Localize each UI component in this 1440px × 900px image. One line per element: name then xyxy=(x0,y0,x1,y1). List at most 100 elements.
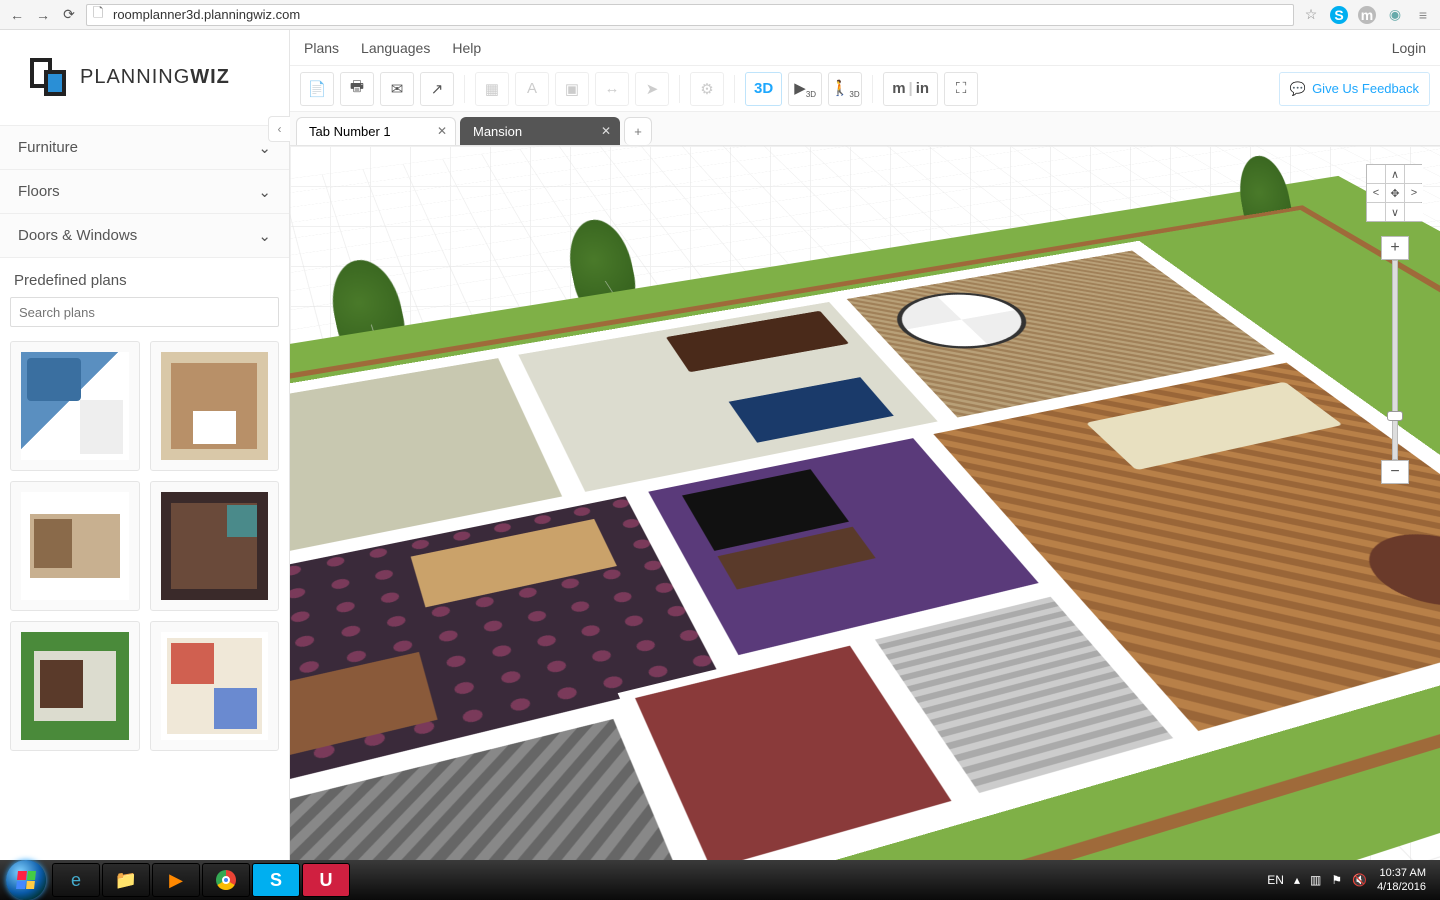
rotate-down-button[interactable]: ∨ xyxy=(1386,203,1404,221)
image-tool-button[interactable]: ▣ xyxy=(555,72,589,106)
fullscreen-icon: ⛶ xyxy=(956,80,967,97)
taskbar-ie-icon[interactable]: e xyxy=(52,863,100,897)
play-icon: ▶3D xyxy=(794,79,816,99)
plan-thumb[interactable] xyxy=(150,481,280,611)
sidebar-collapse-button[interactable]: ‹ xyxy=(268,116,290,142)
rotate-left-button[interactable]: < xyxy=(1367,184,1385,202)
3d-viewport[interactable]: ∧ < ✥ > ∨ + − xyxy=(290,146,1440,860)
print-icon: 🖶 xyxy=(350,76,364,101)
file-icon: 📄 xyxy=(308,80,327,98)
feedback-button[interactable]: 💬 Give Us Feedback xyxy=(1279,72,1430,106)
extension-m-icon[interactable]: m xyxy=(1358,6,1376,24)
system-tray: EN ▴ ▥ ⚑ 🔇 10:37 AM 4/18/2016 xyxy=(1267,866,1434,894)
taskbar-skype-icon[interactable]: S xyxy=(252,863,300,897)
sidebar-item-doors-windows[interactable]: Doors & Windows ⌄ xyxy=(0,214,289,258)
chevron-down-icon: ⌄ xyxy=(258,183,271,201)
taskbar-chrome-icon[interactable] xyxy=(202,863,250,897)
taskbar-media-icon[interactable]: ▶ xyxy=(152,863,200,897)
rotate-up-button[interactable]: ∧ xyxy=(1386,165,1404,183)
share-button[interactable]: ↗ xyxy=(420,72,454,106)
view-3d-button[interactable]: 3D xyxy=(745,72,782,106)
back-button[interactable]: ← xyxy=(8,6,26,24)
menu-help[interactable]: Help xyxy=(452,40,481,56)
mail-icon: ✉ xyxy=(391,80,404,98)
email-button[interactable]: ✉ xyxy=(380,72,414,106)
tray-volume-icon[interactable]: 🔇 xyxy=(1352,873,1367,887)
taskbar-app-icon[interactable]: U xyxy=(302,863,350,897)
rotate-center-button[interactable]: ✥ xyxy=(1386,184,1404,202)
globe-icon: 🗋 xyxy=(93,4,107,26)
logo-text-light: PLANNING xyxy=(80,66,190,88)
reload-button[interactable]: ⟳ xyxy=(60,6,78,24)
close-icon[interactable]: ✕ xyxy=(437,124,447,138)
plan-thumb[interactable] xyxy=(150,621,280,751)
ruler-icon: ↔ xyxy=(605,80,620,97)
skype-extension-icon[interactable]: S xyxy=(1330,6,1348,24)
close-icon[interactable]: ✕ xyxy=(601,124,611,138)
start-button[interactable] xyxy=(6,860,46,900)
tray-action-center-icon[interactable]: ▥ xyxy=(1310,873,1321,887)
cursor-icon: ➤ xyxy=(646,80,659,98)
logo-text-bold: WIZ xyxy=(190,66,230,88)
walkthrough-button[interactable]: 🚶3D xyxy=(828,72,862,106)
main-area: Plans Languages Help Login 📄 🖶 ✉ ↗ ▦ A ▣… xyxy=(290,30,1440,860)
sidebar-item-furniture[interactable]: Furniture ⌄ xyxy=(0,126,289,170)
logo: PLANNINGWIZ xyxy=(0,30,289,125)
sidebar-item-floors[interactable]: Floors ⌄ xyxy=(0,170,289,214)
predefined-plans-title: Predefined plans xyxy=(0,258,289,297)
units-m: m xyxy=(892,80,905,97)
sidebar: PLANNINGWIZ Furniture ⌄ Floors ⌄ Doors &… xyxy=(0,30,290,860)
plan-thumb[interactable] xyxy=(10,481,140,611)
units-toggle[interactable]: m | in xyxy=(883,72,938,106)
login-link[interactable]: Login xyxy=(1392,40,1426,56)
tray-lang[interactable]: EN xyxy=(1267,873,1284,887)
extension-eye-icon[interactable]: ◉ xyxy=(1386,6,1404,24)
print-button[interactable]: 🖶 xyxy=(340,72,374,106)
measure-tool-button[interactable]: ↔ xyxy=(595,72,629,106)
chrome-menu-icon[interactable]: ≡ xyxy=(1414,6,1432,24)
toolbar-sep xyxy=(464,75,465,103)
new-file-button[interactable]: 📄 xyxy=(300,72,334,106)
zoom-slider[interactable] xyxy=(1392,260,1398,460)
image-icon: ▣ xyxy=(565,80,579,98)
search-wrap xyxy=(0,297,289,337)
wall-tool-button[interactable]: ▦ xyxy=(475,72,509,106)
fullscreen-button[interactable]: ⛶ xyxy=(944,72,978,106)
tray-clock[interactable]: 10:37 AM 4/18/2016 xyxy=(1377,866,1426,894)
menu-languages[interactable]: Languages xyxy=(361,40,430,56)
toolbar-sep xyxy=(872,75,873,103)
view-rotate-control[interactable]: ∧ < ✥ > ∨ xyxy=(1366,164,1422,222)
add-tab-button[interactable]: + xyxy=(624,117,652,145)
plan-thumb[interactable] xyxy=(150,341,280,471)
settings-button[interactable]: ⚙ xyxy=(690,72,724,106)
tray-up-icon[interactable]: ▴ xyxy=(1294,873,1300,887)
units-in: in xyxy=(916,80,929,97)
zoom-thumb[interactable] xyxy=(1387,411,1403,421)
play-3d-button[interactable]: ▶3D xyxy=(788,72,822,106)
plan-thumb[interactable] xyxy=(10,621,140,751)
menu-plans[interactable]: Plans xyxy=(304,40,339,56)
bookmark-star-icon[interactable]: ☆ xyxy=(1302,6,1320,24)
doc-tab[interactable]: Tab Number 1 ✕ xyxy=(296,117,456,145)
rotate-right-button[interactable]: > xyxy=(1405,184,1423,202)
forward-button[interactable]: → xyxy=(34,6,52,24)
url-bar[interactable]: 🗋 roomplanner3d.planningwiz.com xyxy=(86,4,1294,26)
logo-mark-icon xyxy=(30,58,70,98)
plan-thumb[interactable] xyxy=(10,341,140,471)
sidebar-accordion: Furniture ⌄ Floors ⌄ Doors & Windows ⌄ xyxy=(0,125,289,258)
select-tool-button[interactable]: ➤ xyxy=(635,72,669,106)
wall-icon: ▦ xyxy=(485,80,499,98)
search-plans-input[interactable] xyxy=(10,297,279,327)
zoom-in-button[interactable]: + xyxy=(1381,236,1409,260)
text-tool-button[interactable]: A xyxy=(515,72,549,106)
browser-right-icons: ☆ S m ◉ ≡ xyxy=(1302,6,1432,24)
tray-time: 10:37 AM xyxy=(1377,866,1426,880)
sidebar-item-label: Doors & Windows xyxy=(18,227,137,244)
zoom-out-button[interactable]: − xyxy=(1381,460,1409,484)
person-icon: 🚶3D xyxy=(831,79,860,99)
doc-tab-active[interactable]: Mansion ✕ xyxy=(460,117,620,145)
feedback-label: Give Us Feedback xyxy=(1312,81,1419,96)
tray-flag-icon[interactable]: ⚑ xyxy=(1331,873,1342,887)
taskbar-explorer-icon[interactable]: 📁 xyxy=(102,863,150,897)
toolbar-sep xyxy=(679,75,680,103)
